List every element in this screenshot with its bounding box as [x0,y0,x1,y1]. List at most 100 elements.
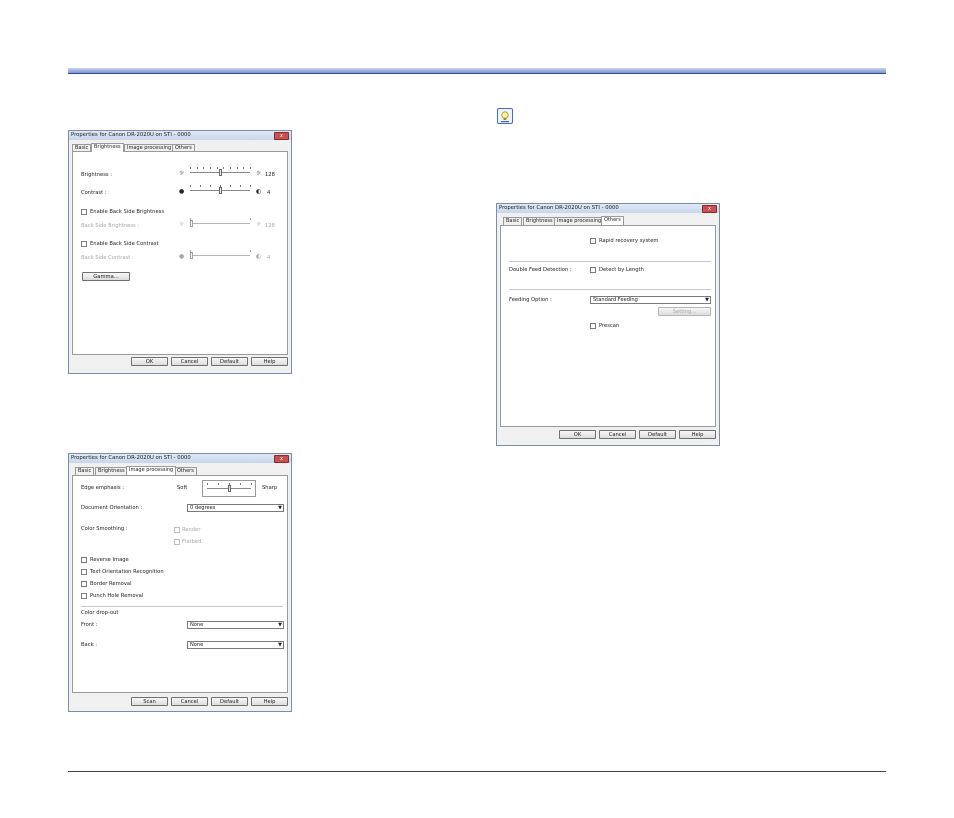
reverse-image-checkbox[interactable] [81,557,87,563]
rapid-recovery-label: Rapid recovery system [599,238,659,244]
sun-small-icon: ☼ [179,170,185,177]
tab-others[interactable]: Others [174,467,197,475]
cancel-button[interactable]: Cancel [599,430,636,439]
color-dropout-label: Color drop-out [81,610,119,616]
back-contrast-slider [190,250,251,260]
brightness-slider[interactable] [190,167,251,177]
header-rule [68,68,886,74]
brightness-label: Brightness : [81,172,113,178]
close-button[interactable]: x [274,132,289,140]
edge-emphasis-label: Edge emphasis : [81,485,124,491]
tab-panel: Rapid recovery system Double Feed Detect… [500,225,716,427]
title-bar: Properties for Canon DR-2020U on STI - 0… [69,131,291,140]
sun-large-icon: ☼ [256,170,262,177]
gamma-button[interactable]: Gamma... [82,272,130,281]
sun-large-icon: ☼ [256,221,262,228]
slider-tick [240,185,241,187]
double-feed-label: Double Feed Detection : [509,267,572,273]
slider-tick [243,167,245,169]
slider-tick [190,185,191,187]
prescan-label: Prescan [599,323,620,329]
setting-button: Setting... [658,307,711,316]
close-button[interactable]: x [702,205,717,213]
render-label: Render [182,527,201,533]
cancel-button[interactable]: Cancel [171,357,208,366]
slider-thumb[interactable] [219,187,222,194]
tab-others[interactable]: Others [601,216,624,225]
slider-tick [250,218,251,220]
punch-hole-removal-checkbox[interactable] [81,593,87,599]
feeding-option-select[interactable]: Standard Feeding ▼ [590,296,711,304]
edge-emphasis-slider[interactable] [207,483,252,493]
slider-tick [209,167,211,169]
enable-back-contrast-label: Enable Back Side Contrast [90,241,159,247]
select-value: None [190,642,204,648]
slider-tick [218,483,219,485]
flatbed-checkbox [174,539,180,545]
default-button[interactable]: Default [211,697,248,706]
back-dropout-select[interactable]: None ▼ [187,641,284,649]
ok-button[interactable]: OK [131,357,168,366]
close-button[interactable]: x [274,455,289,463]
slider-tick [207,483,208,485]
back-label: Back : [81,642,97,648]
contrast-low-icon: ● [179,253,185,260]
render-checkbox [174,527,180,533]
contrast-slider[interactable] [190,185,251,195]
sun-small-icon: ☼ [179,221,185,228]
slider-thumb[interactable] [219,169,222,176]
tab-panel: Edge emphasis : Soft Sharp Document Orie… [72,475,288,693]
border-removal-checkbox[interactable] [81,581,87,587]
slider-tick [223,167,225,169]
reverse-image-label: Reverse Image [90,557,129,563]
slider-tick [250,167,251,169]
default-button[interactable]: Default [639,430,676,439]
slider-tick [203,167,205,169]
punch-hole-removal-label: Punch Hole Removal [90,593,144,599]
tab-brightness[interactable]: Brightness [95,467,128,475]
tab-image-processing[interactable]: Image processing [554,217,605,225]
slider-tick [240,483,241,485]
cancel-button[interactable]: Cancel [171,697,208,706]
slider-tick [229,167,231,169]
prescan-checkbox[interactable] [590,323,596,329]
edge-emphasis-frame [202,480,256,497]
tab-basic[interactable]: Basic [75,467,95,475]
front-dropout-select[interactable]: None ▼ [187,621,284,629]
help-button[interactable]: Help [251,357,288,366]
select-value: Standard Feeding [593,297,638,303]
back-brightness-value: 128 [265,223,275,229]
slider-tick [209,185,211,187]
tab-brightness[interactable]: Brightness [91,143,124,152]
enable-back-brightness-checkbox[interactable] [81,209,87,215]
slider-tick [199,185,201,187]
flatbed-label: Flatbed [182,539,202,545]
tab-brightness[interactable]: Brightness [523,217,556,225]
text-orientation-checkbox[interactable] [81,569,87,575]
slider-thumb[interactable] [228,485,231,492]
text-orientation-label: Text Orientation Recognition [90,569,164,575]
document-orientation-select[interactable]: 0 degrees ▼ [187,504,284,512]
slider-thumb [190,220,193,227]
contrast-high-icon: ◐ [256,188,262,195]
slider-tick [251,483,252,485]
default-button[interactable]: Default [211,357,248,366]
help-button[interactable]: Help [251,697,288,706]
document-orientation-label: Document Orientation : [81,505,143,511]
detect-by-length-checkbox[interactable] [590,267,596,273]
enable-back-contrast-checkbox[interactable] [81,241,87,247]
help-button[interactable]: Help [679,430,716,439]
rapid-recovery-checkbox[interactable] [590,238,596,244]
separator [81,606,283,607]
tab-image-processing[interactable]: Image processing [126,466,177,475]
select-value: 0 degrees [190,505,216,511]
title-bar: Properties for Canon DR-2020U on STI - 0… [69,454,291,463]
dropdown-arrow-icon: ▼ [278,505,282,511]
front-label: Front : [81,622,98,628]
back-brightness-slider [190,218,251,228]
scan-button[interactable]: Scan [131,697,168,706]
slider-tick [216,167,218,169]
tab-basic[interactable]: Basic [503,217,523,225]
brightness-value: 128 [265,172,275,178]
ok-button[interactable]: OK [559,430,596,439]
